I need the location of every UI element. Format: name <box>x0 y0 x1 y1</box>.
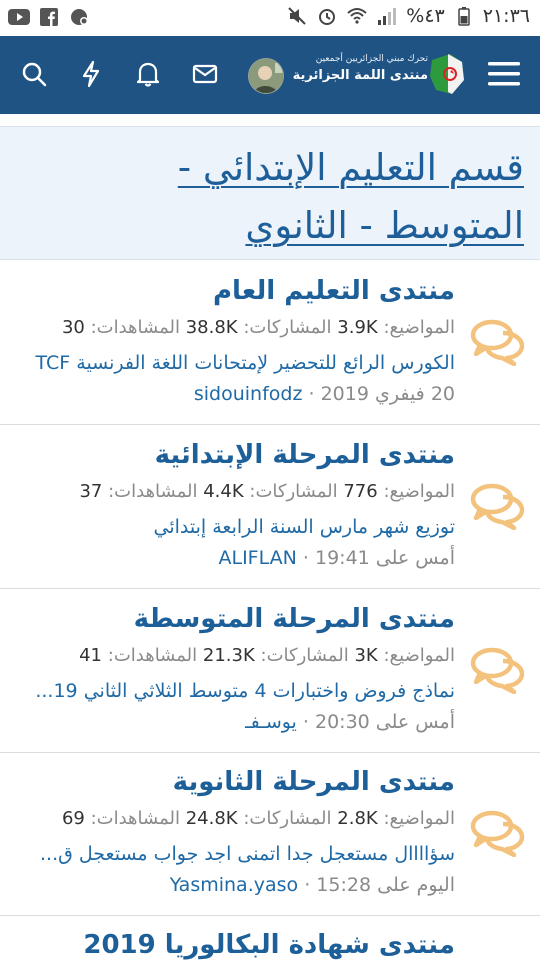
last-post-date: أمس على 19:41 <box>315 547 455 569</box>
forum-chat-icon <box>470 483 525 530</box>
youtube-icon <box>8 6 30 28</box>
views-count: 37 <box>79 481 103 502</box>
forum-chat-icon <box>470 319 525 366</box>
forum-row[interactable]: منتدى التعليم العام المواضيع: 3.9K المشا… <box>0 262 540 425</box>
posts-count: 4.4K <box>203 481 244 502</box>
forum-stats: المواضيع: 3.9K المشاركات: 38.8K المشاهدا… <box>62 317 455 338</box>
posts-count: 21.3K <box>202 645 255 666</box>
bolt-icon[interactable] <box>73 56 109 92</box>
menu-icon[interactable] <box>486 56 522 92</box>
last-post-title[interactable]: نماذج فروض واختبارات 4 متوسط الثلاثي الث… <box>15 680 455 702</box>
page-title-block: قسم التعليم الإبتدائي - المتوسط - الثانو… <box>0 126 540 260</box>
last-post-date: اليوم على 15:28 <box>316 874 455 896</box>
posts-label: المشاركات: <box>243 808 332 829</box>
views-label: المشاهدات: <box>108 481 198 502</box>
facebook-icon <box>38 6 60 28</box>
views-count: 41 <box>79 645 103 666</box>
posts-label: المشاركات: <box>249 481 338 502</box>
forum-stats: المواضيع: 2.8K المشاركات: 24.8K المشاهدا… <box>62 808 455 829</box>
topics-count: 3K <box>354 645 378 666</box>
forum-title[interactable]: منتدى المرحلة المتوسطة <box>134 604 455 634</box>
last-post-user[interactable]: يوسـفـ <box>245 711 297 733</box>
signal-icon <box>376 5 398 27</box>
forum-title[interactable]: منتدى شهادة البكالوريا 2019 <box>83 930 455 960</box>
views-label: المشاهدات: <box>90 808 180 829</box>
last-post-meta: أمس على 20:30 · يوسـفـ <box>245 711 455 733</box>
forum-chat-icon <box>470 810 525 857</box>
app-header: تحرك مبني الجزائريين أجمعين منتدى اللمة … <box>0 36 540 114</box>
topics-label: المواضيع: <box>383 317 455 338</box>
last-post-user[interactable]: Yasmina.yaso <box>170 874 298 896</box>
last-post-meta: اليوم على 15:28 · Yasmina.yaso <box>169 874 455 896</box>
alarm-icon <box>316 5 338 27</box>
views-count: 30 <box>61 317 85 338</box>
wifi-icon <box>346 5 368 27</box>
topics-label: المواضيع: <box>383 808 455 829</box>
battery-icon <box>453 5 475 27</box>
topics-label: المواضيع: <box>383 481 455 502</box>
forum-title[interactable]: منتدى التعليم العام <box>213 276 455 306</box>
topics-label: المواضيع: <box>383 645 455 666</box>
mail-icon[interactable] <box>187 56 223 92</box>
posts-label: المشاركات: <box>243 317 332 338</box>
topics-count: 3.9K <box>337 317 378 338</box>
last-post-date: 20 فيفري 2019 <box>320 383 455 405</box>
algeria-map-icon <box>430 54 464 94</box>
forum-title[interactable]: منتدى المرحلة الإبتدائية <box>155 440 455 470</box>
topics-count: 2.8K <box>337 808 378 829</box>
clock: ٢١:٣٦ <box>482 5 530 27</box>
last-post-title[interactable]: توزيع شهر مارس السنة الرابعة إبتدائي <box>15 516 455 538</box>
mute-icon <box>286 5 308 27</box>
forum-row[interactable]: منتدى شهادة البكالوريا 2019 <box>0 916 540 960</box>
last-post-user[interactable]: ALIFLAN <box>219 547 297 569</box>
last-post-user[interactable]: sidouinfodz <box>194 383 303 405</box>
last-post-meta: 20 فيفري 2019 · sidouinfodz <box>193 383 455 405</box>
battery-percent: %٤٣ <box>406 5 445 27</box>
posts-count: 24.8K <box>185 808 238 829</box>
views-label: المشاهدات: <box>90 317 180 338</box>
page-title[interactable]: قسم التعليم الإبتدائي - المتوسط - الثانو… <box>104 139 524 255</box>
last-post-date: أمس على 20:30 <box>315 711 455 733</box>
forum-row[interactable]: منتدى المرحلة الثانوية المواضيع: 2.8K ال… <box>0 753 540 916</box>
bell-icon[interactable] <box>130 56 166 92</box>
forum-chat-icon <box>470 647 525 694</box>
forum-stats: المواضيع: 776 المشاركات: 4.4K المشاهدات:… <box>79 481 455 502</box>
search-icon[interactable] <box>16 56 52 92</box>
forum-title[interactable]: منتدى المرحلة الثانوية <box>173 767 455 797</box>
app-notification-icon <box>68 6 90 28</box>
avatar[interactable] <box>248 58 284 94</box>
logo-tagline: تحرك مبني الجزائريين أجمعين <box>315 54 428 64</box>
views-count: 69 <box>61 808 85 829</box>
last-post-title[interactable]: الكورس الرائع للتحضير لإمتحانات اللغة ال… <box>15 352 455 374</box>
status-bar: %٤٣ ٢١:٣٦ <box>0 0 540 36</box>
views-label: المشاهدات: <box>107 645 198 666</box>
forum-row[interactable]: منتدى المرحلة المتوسطة المواضيع: 3K المش… <box>0 590 540 753</box>
posts-count: 38.8K <box>185 317 238 338</box>
posts-label: المشاركات: <box>260 645 349 666</box>
last-post-title[interactable]: سؤاااال مستعجل جدا اتمنى اجد جواب مستعجل… <box>15 843 455 865</box>
topics-count: 776 <box>343 481 378 502</box>
site-logo[interactable]: تحرك مبني الجزائريين أجمعين منتدى اللمة … <box>293 46 466 104</box>
last-post-meta: أمس على 19:41 · ALIFLAN <box>218 547 456 569</box>
logo-name: منتدى اللمة الجزائرية <box>292 68 428 83</box>
forum-row[interactable]: منتدى المرحلة الإبتدائية المواضيع: 776 ا… <box>0 426 540 589</box>
forum-stats: المواضيع: 3K المشاركات: 21.3K المشاهدات:… <box>79 645 455 666</box>
